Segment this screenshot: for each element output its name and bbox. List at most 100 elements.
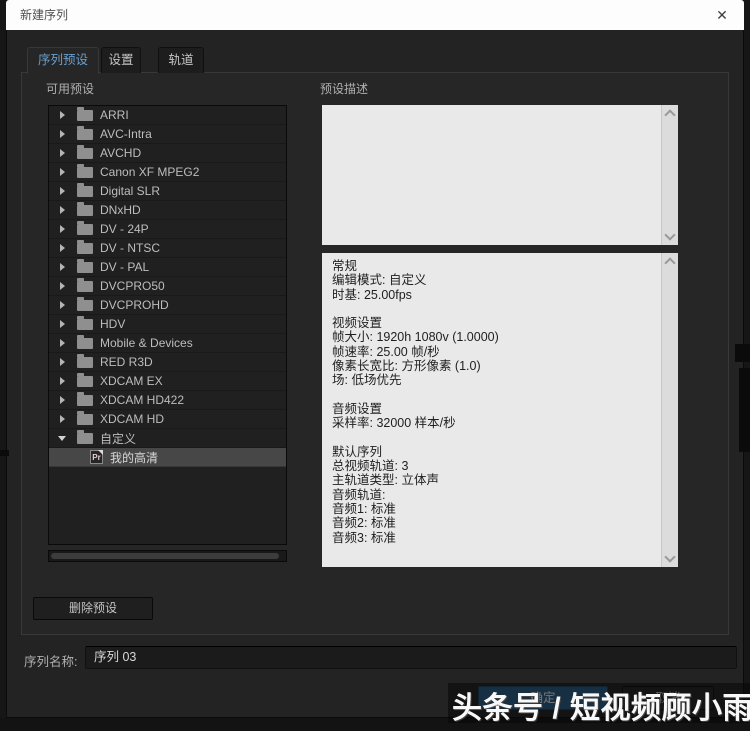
folder-icon — [77, 167, 93, 178]
tree-item-label: 我的高清 — [110, 449, 158, 466]
triangle-right-icon[interactable] — [57, 339, 67, 347]
tree-item[interactable]: DVCPRO50 — [49, 277, 286, 296]
tree-item[interactable]: Digital SLR — [49, 182, 286, 201]
tree-item[interactable]: HDV — [49, 315, 286, 334]
preset-description-label: 预设描述 — [316, 80, 372, 97]
tree-item[interactable]: Mobile & Devices — [49, 334, 286, 353]
tree-item-label: DVCPROHD — [100, 298, 169, 312]
chevron-up-icon[interactable] — [664, 257, 675, 268]
tree-item-label: ARRI — [100, 108, 129, 122]
folder-icon — [77, 414, 93, 425]
description-scrollbar[interactable] — [661, 105, 678, 245]
tree-item[interactable]: DV - NTSC — [49, 239, 286, 258]
tree-item-label: HDV — [100, 317, 125, 331]
tree-item-label: RED R3D — [100, 355, 153, 369]
tree-item[interactable]: Canon XF MPEG2 — [49, 163, 286, 182]
triangle-glyph — [60, 263, 65, 271]
scrollbar-thumb[interactable] — [51, 553, 279, 559]
tree-item-label: XDCAM HD — [100, 412, 164, 426]
triangle-right-icon[interactable] — [57, 130, 67, 138]
chevron-down-icon[interactable] — [664, 551, 675, 562]
triangle-right-icon[interactable] — [57, 396, 67, 404]
triangle-glyph — [58, 436, 66, 441]
triangle-right-icon[interactable] — [57, 244, 67, 252]
tab-tracks[interactable]: 轨道 — [158, 47, 204, 73]
tree-item[interactable]: RED R3D — [49, 353, 286, 372]
delete-preset-button[interactable]: 删除预设 — [33, 597, 153, 620]
triangle-glyph — [60, 149, 65, 157]
folder-icon — [77, 395, 93, 406]
chevron-up-icon[interactable] — [664, 109, 675, 120]
folder-icon — [77, 224, 93, 235]
preset-details-text: 常规 编辑模式: 自定义 时基: 25.00fps 视频设置 帧大小: 1920… — [332, 259, 652, 563]
tab-sequence-presets[interactable]: 序列预设 — [27, 47, 99, 74]
triangle-right-icon[interactable] — [57, 320, 67, 328]
tree-horizontal-scrollbar[interactable] — [48, 550, 287, 562]
triangle-right-icon[interactable] — [57, 111, 67, 119]
triangle-right-icon[interactable] — [57, 282, 67, 290]
triangle-right-icon[interactable] — [57, 187, 67, 195]
triangle-glyph — [60, 320, 65, 328]
folder-icon — [77, 129, 93, 140]
triangle-right-icon[interactable] — [57, 149, 67, 157]
close-icon[interactable]: ✕ — [712, 0, 732, 30]
tab-settings[interactable]: 设置 — [101, 47, 141, 73]
triangle-glyph — [60, 206, 65, 214]
triangle-right-icon[interactable] — [57, 263, 67, 271]
folder-icon — [77, 376, 93, 387]
tree-item[interactable]: AVCHD — [49, 144, 286, 163]
tree-item[interactable]: XDCAM EX — [49, 372, 286, 391]
triangle-glyph — [60, 168, 65, 176]
preset-details-box: 常规 编辑模式: 自定义 时基: 25.00fps 视频设置 帧大小: 1920… — [322, 253, 678, 567]
tree-item[interactable]: 自定义 — [49, 429, 286, 448]
tree-item[interactable]: XDCAM HD422 — [49, 391, 286, 410]
dialog-title: 新建序列 — [20, 0, 68, 30]
available-presets-label: 可用预设 — [42, 80, 98, 97]
triangle-right-icon[interactable] — [57, 377, 67, 385]
folder-icon — [77, 186, 93, 197]
triangle-right-icon[interactable] — [57, 225, 67, 233]
tree-item[interactable]: AVC-Intra — [49, 125, 286, 144]
tree-item-label: AVCHD — [100, 146, 141, 160]
tree-item[interactable]: ARRI — [49, 106, 286, 125]
triangle-glyph — [60, 358, 65, 366]
triangle-glyph — [60, 111, 65, 119]
tree-item-label: DNxHD — [100, 203, 141, 217]
preset-tree[interactable]: ARRI AVC-Intra AVCHD Canon XF MPEG2Digital … — [48, 105, 287, 545]
triangle-right-icon[interactable] — [57, 301, 67, 309]
tree-item[interactable]: DVCPROHD — [49, 296, 286, 315]
folder-icon — [77, 281, 93, 292]
watermark-fragment — [735, 344, 750, 362]
triangle-right-icon[interactable] — [57, 168, 67, 176]
tree-item-label: Mobile & Devices — [100, 336, 193, 350]
tree-item-label: DV - 24P — [100, 222, 149, 236]
triangle-glyph — [60, 339, 65, 347]
triangle-glyph — [60, 301, 65, 309]
sequence-name-input[interactable]: 序列 03 — [85, 646, 737, 669]
tree-item-label: XDCAM HD422 — [100, 393, 184, 407]
folder-icon — [77, 433, 93, 444]
triangle-glyph — [60, 396, 65, 404]
triangle-glyph — [60, 282, 65, 290]
triangle-down-icon[interactable] — [57, 436, 67, 441]
triangle-right-icon[interactable] — [57, 415, 67, 423]
tree-item[interactable]: DV - PAL — [49, 258, 286, 277]
folder-icon — [77, 148, 93, 159]
screenshot-root: 新建序列 ✕ 序列预设 设置 轨道 可用预设 ARRI AVC-Intra AVCH… — [0, 0, 750, 731]
folder-icon — [77, 300, 93, 311]
tree-item-label: DV - NTSC — [100, 241, 160, 255]
chevron-down-icon[interactable] — [664, 229, 675, 240]
triangle-glyph — [60, 415, 65, 423]
tree-item-label: DV - PAL — [100, 260, 149, 274]
triangle-glyph — [60, 187, 65, 195]
tree-item[interactable]: DNxHD — [49, 201, 286, 220]
triangle-right-icon[interactable] — [57, 206, 67, 214]
tree-item[interactable]: XDCAM HD — [49, 410, 286, 429]
dialog-titlebar: 新建序列 ✕ — [6, 0, 744, 30]
tree-item-label: AVC-Intra — [100, 127, 152, 141]
triangle-right-icon[interactable] — [57, 358, 67, 366]
tree-item[interactable]: DV - 24P — [49, 220, 286, 239]
triangle-glyph — [60, 244, 65, 252]
tree-item[interactable]: Pr我的高清 — [49, 448, 286, 467]
details-scrollbar[interactable] — [661, 253, 678, 567]
